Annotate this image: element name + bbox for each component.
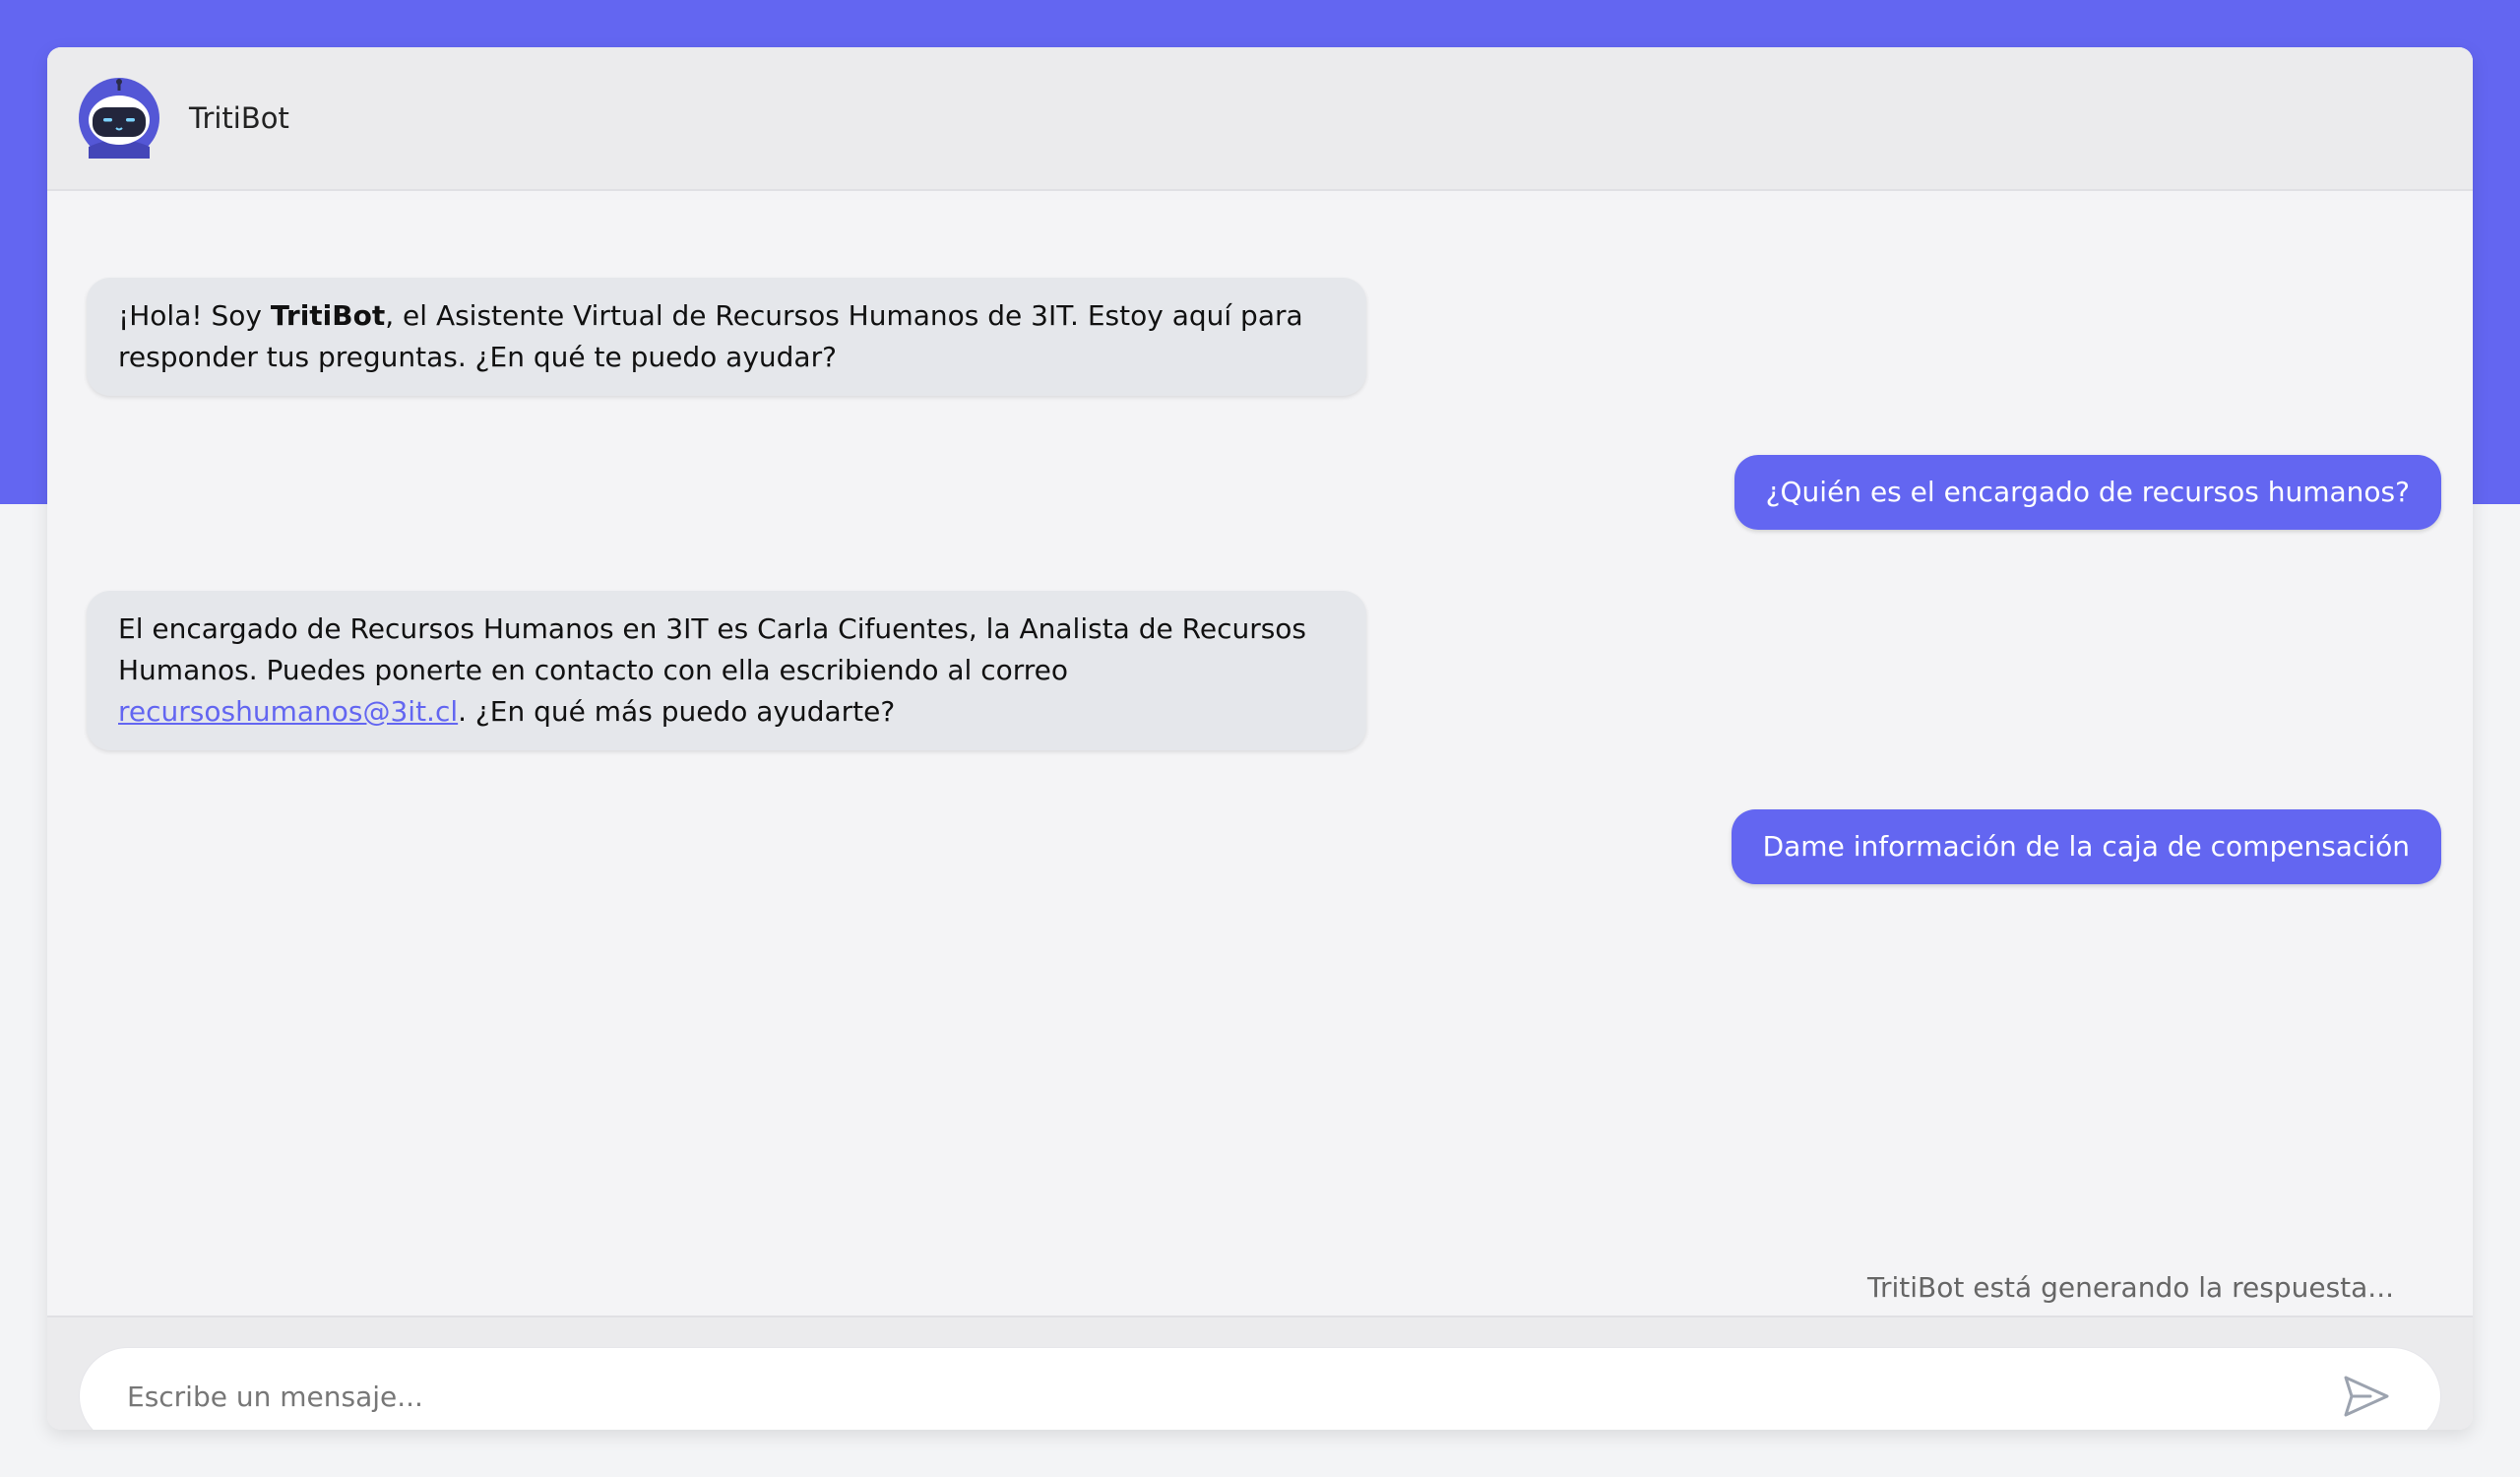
bot-message: ¡Hola! Soy TritiBot, el Asistente Virtua… xyxy=(87,278,1366,396)
user-message: ¿Quién es el encargado de recursos human… xyxy=(1733,455,2441,530)
typing-status: TritiBot está generando la respuesta... xyxy=(1866,1271,2394,1304)
composer xyxy=(47,1316,2473,1430)
bot-message: El encargado de Recursos Humanos en 3IT … xyxy=(87,591,1366,750)
robot-avatar-icon xyxy=(79,78,159,159)
chat-window: TritiBot ¡Hola! Soy TritiBot, el Asisten… xyxy=(47,47,2473,1430)
send-icon xyxy=(2344,1376,2389,1417)
bot-name: TritiBot xyxy=(189,101,289,135)
bot-message-text: El encargado de Recursos Humanos en 3IT … xyxy=(118,612,1307,686)
email-link[interactable]: recursoshumanos@3it.cl xyxy=(118,695,458,728)
message-input[interactable] xyxy=(79,1347,2441,1430)
bot-message-text: . ¿En qué más puedo ayudarte? xyxy=(458,695,896,728)
user-message: Dame información de la caja de compensac… xyxy=(1731,809,2441,884)
chat-header: TritiBot xyxy=(47,47,2473,191)
message-list: ¡Hola! Soy TritiBot, el Asistente Virtua… xyxy=(47,191,2473,1316)
bot-name-bold: TritiBot xyxy=(270,299,386,332)
bot-message-text: ¡Hola! Soy xyxy=(118,299,271,332)
send-button[interactable] xyxy=(2335,1365,2398,1428)
